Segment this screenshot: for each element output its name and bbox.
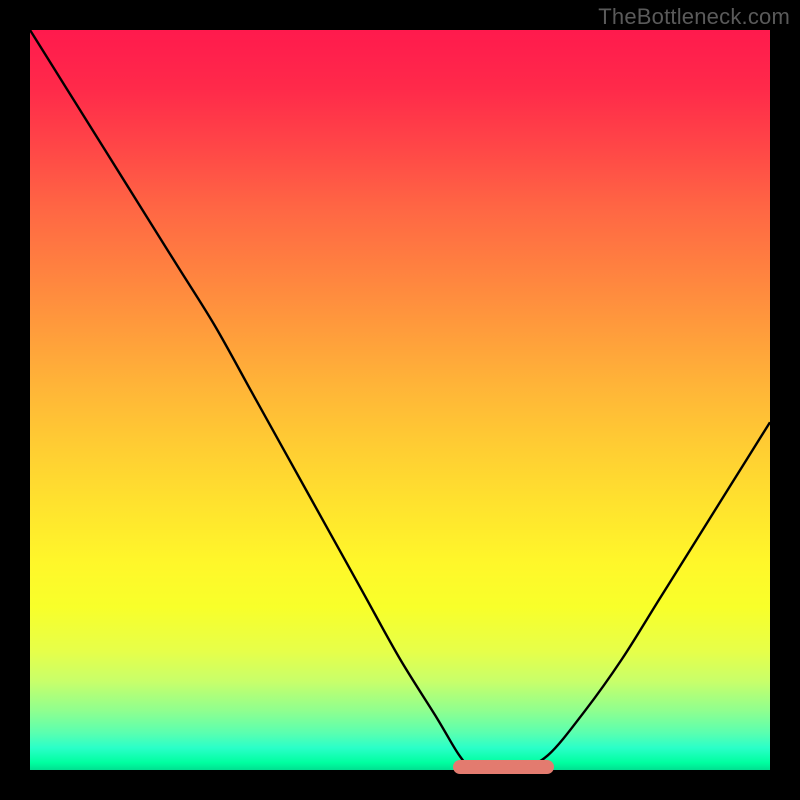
curve-path [30, 30, 770, 771]
optimal-range-marker [453, 760, 554, 774]
plot-area [30, 30, 770, 770]
bottleneck-curve [30, 30, 770, 770]
watermark-text: TheBottleneck.com [598, 4, 790, 30]
chart-frame: TheBottleneck.com [0, 0, 800, 800]
